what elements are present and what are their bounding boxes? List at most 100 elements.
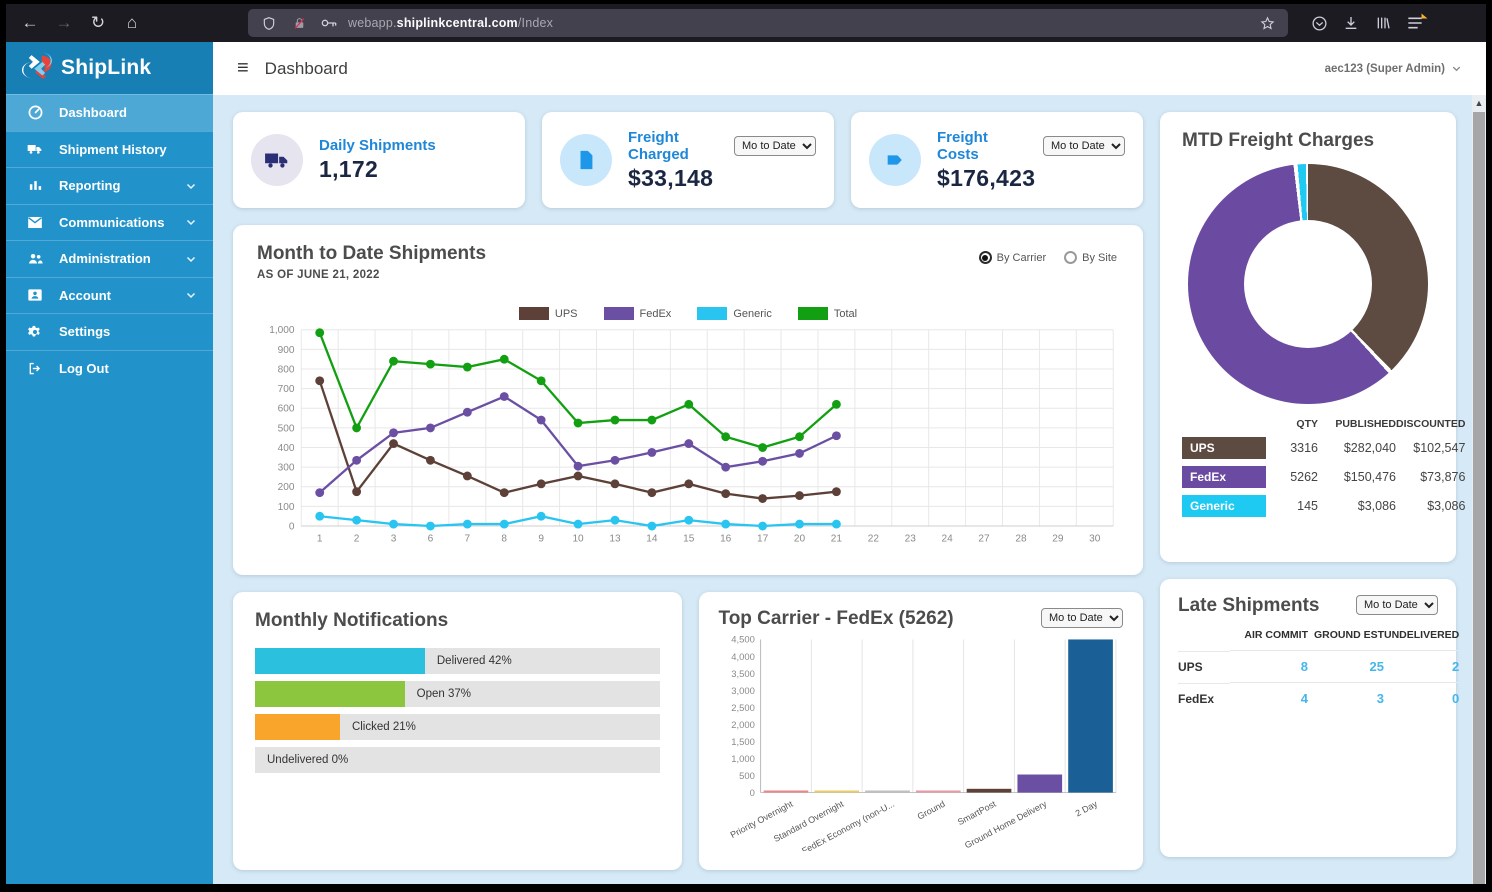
svg-text:0: 0 (289, 521, 295, 532)
freight-charged-filter-select[interactable]: Mo to Date (734, 136, 816, 156)
column-header: DISCOUNTED (1396, 418, 1465, 430)
radio-by-carrier[interactable]: By Carrier (979, 251, 1047, 264)
notification-bar-undelivered: Undelivered 0% (255, 747, 660, 773)
lock-disabled-icon[interactable] (288, 12, 310, 34)
carrier-chip: Generic (1182, 495, 1266, 517)
radio-by-site[interactable]: By Site (1064, 251, 1117, 264)
column-header: PUBLISHED (1318, 418, 1396, 430)
late-count-link[interactable]: 3 (1308, 682, 1384, 714)
svg-text:500: 500 (739, 771, 755, 782)
sidebar-item-label: Administration (59, 251, 170, 266)
late-count-link[interactable]: 2 (1384, 650, 1459, 682)
sidebar-item-label: Account (59, 288, 170, 303)
published-value: $150,476 (1318, 470, 1396, 484)
svg-text:15: 15 (683, 533, 695, 544)
notification-bar-open: Open 37% (255, 681, 660, 707)
svg-text:4,000: 4,000 (731, 652, 755, 663)
stat-value: $33,148 (628, 165, 816, 192)
stat-title: Freight Costs (937, 129, 1033, 163)
freight-donut-chart (1188, 164, 1428, 404)
top-carrier-title: Top Carrier - FedEx (5262) (719, 608, 954, 630)
top-carrier-filter-select[interactable]: Mo to Date (1041, 608, 1123, 628)
chart-subtitle: AS OF JUNE 21, 2022 (257, 269, 1119, 281)
discounted-value: $73,876 (1396, 470, 1465, 484)
sidebar-item-label: Reporting (59, 178, 170, 193)
svg-text:100: 100 (278, 502, 295, 513)
key-icon[interactable] (318, 12, 340, 34)
bookmark-star-icon[interactable] (1256, 12, 1278, 34)
late-count-link[interactable]: 4 (1230, 682, 1308, 714)
radio-button-icon[interactable] (979, 251, 992, 264)
truck-icon (26, 140, 44, 158)
svg-text:13: 13 (609, 533, 621, 544)
sidebar-item-settings[interactable]: Settings (6, 313, 213, 350)
svg-text:29: 29 (1052, 533, 1064, 544)
pocket-icon[interactable] (1308, 12, 1330, 34)
column-header: AIR COMMIT (1230, 629, 1308, 650)
scroll-up-icon[interactable]: ▲ (1472, 95, 1486, 111)
published-value: $282,040 (1318, 441, 1396, 455)
svg-text:6: 6 (428, 533, 434, 544)
sidebar-item-log-out[interactable]: Log Out (6, 350, 213, 387)
sidebar-item-label: Dashboard (59, 105, 197, 120)
top-carrier-card: Top Carrier - FedEx (5262) Mo to Date 05… (699, 592, 1144, 870)
svg-text:SmartPost: SmartPost (955, 798, 997, 827)
page-title: Dashboard (265, 59, 348, 79)
sidebar-item-reporting[interactable]: Reporting (6, 167, 213, 204)
radio-label: By Site (1082, 252, 1117, 264)
sidebar-item-communications[interactable]: Communications (6, 204, 213, 241)
mtd-freight-table: QTYPUBLISHEDDISCOUNTEDUPS3316$282,040$10… (1182, 418, 1434, 517)
svg-text:400: 400 (278, 443, 295, 454)
url-text: webapp.shiplinkcentral.com/Index (348, 16, 1248, 30)
reload-icon[interactable]: ↻ (84, 9, 112, 37)
svg-text:200: 200 (278, 482, 295, 493)
browser-window: ← → ↻ ⌂ webapp.shiplinkcentral.com/Index (6, 4, 1486, 884)
envelope-icon (26, 213, 44, 231)
svg-text:28: 28 (1015, 533, 1027, 544)
svg-text:14: 14 (646, 533, 658, 544)
svg-text:23: 23 (905, 533, 917, 544)
shield-icon[interactable] (258, 12, 280, 34)
sidebar: ShipLink DashboardShipment HistoryReport… (6, 42, 213, 884)
svg-text:700: 700 (278, 384, 295, 395)
back-icon[interactable]: ← (16, 9, 44, 37)
late-count-link[interactable]: 25 (1308, 650, 1384, 682)
hamburger-icon[interactable]: ≡ (237, 57, 249, 80)
late-count-link[interactable]: 0 (1384, 682, 1459, 714)
user-menu[interactable]: aec123 (Super Admin) (1325, 63, 1462, 75)
sidebar-item-shipment-history[interactable]: Shipment History (6, 131, 213, 168)
qty-value: 3316 (1266, 441, 1318, 455)
scrollbar-thumb[interactable] (1473, 112, 1485, 884)
menu-icon[interactable] (1404, 12, 1426, 34)
svg-text:2,000: 2,000 (731, 720, 755, 731)
sidebar-item-account[interactable]: Account (6, 277, 213, 314)
sidebar-item-dashboard[interactable]: Dashboard (6, 94, 213, 131)
radio-button-icon[interactable] (1064, 251, 1077, 264)
url-bar[interactable]: webapp.shiplinkcentral.com/Index (248, 9, 1288, 37)
svg-text:500: 500 (278, 423, 295, 434)
sidebar-item-label: Communications (59, 215, 170, 230)
late-count-link[interactable]: 8 (1230, 650, 1308, 682)
id-card-icon (26, 286, 44, 304)
download-icon[interactable] (1340, 12, 1362, 34)
browser-toolbar: ← → ↻ ⌂ webapp.shiplinkcentral.com/Index (6, 4, 1486, 42)
chevron-down-icon (185, 180, 197, 192)
freight-costs-filter-select[interactable]: Mo to Date (1043, 136, 1125, 156)
menu-alert-badge (1422, 14, 1428, 19)
legend-swatch (604, 307, 634, 320)
late-shipments-card: Late Shipments Mo to Date AIR COMMITGROU… (1160, 579, 1456, 857)
vertical-scrollbar[interactable]: ▲ (1472, 95, 1486, 884)
bar-label: Undelivered 0% (267, 754, 348, 766)
users-icon (26, 250, 44, 268)
bar-fill (255, 714, 340, 740)
legend-item-ups: UPS (519, 307, 578, 320)
sidebar-item-administration[interactable]: Administration (6, 240, 213, 277)
forward-icon[interactable]: → (50, 9, 78, 37)
late-shipments-filter-select[interactable]: Mo to Date (1356, 595, 1438, 615)
library-icon[interactable] (1372, 12, 1394, 34)
svg-text:17: 17 (757, 533, 769, 544)
home-icon[interactable]: ⌂ (118, 9, 146, 37)
legend-label: UPS (555, 308, 578, 320)
legend-swatch (697, 307, 727, 320)
mtd-title: MTD Freight Charges (1182, 130, 1434, 152)
